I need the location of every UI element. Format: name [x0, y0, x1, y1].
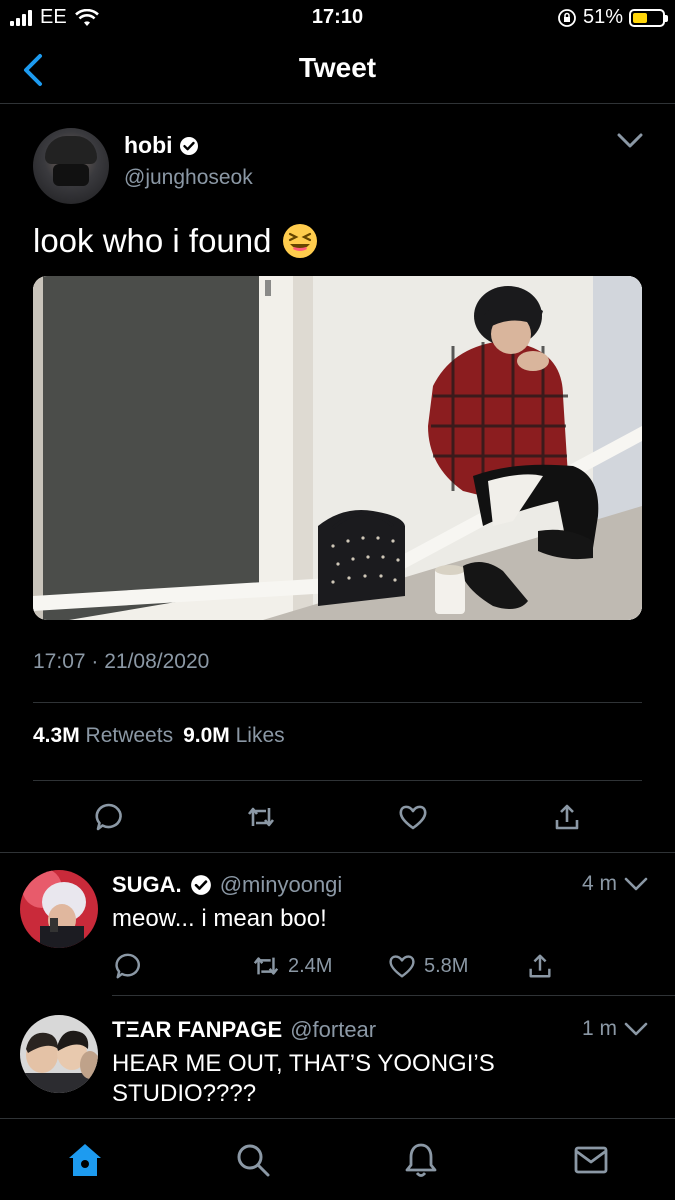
- reply-actions: 2.4M 5.8M: [0, 952, 675, 982]
- reply-time: 4 m: [582, 872, 649, 896]
- avatar[interactable]: [20, 1015, 98, 1093]
- retweets-count: 4.3M: [33, 724, 80, 747]
- likes-stat[interactable]: 9.0M Likes: [183, 724, 285, 748]
- share-icon[interactable]: [552, 802, 582, 832]
- separator: [112, 995, 675, 996]
- reply-item[interactable]: TΞAR FANPAGE @fortear 1 m HEAR ME OUT, T…: [0, 997, 675, 1118]
- avatar[interactable]: [33, 128, 109, 204]
- bell-icon[interactable]: [402, 1141, 440, 1179]
- reply-header: TΞAR FANPAGE @fortear: [112, 1017, 376, 1043]
- reply-button[interactable]: [114, 952, 142, 980]
- retweet-count: 2.4M: [288, 954, 333, 977]
- author-handle[interactable]: @junghoseok: [124, 166, 253, 190]
- avatar-mask: [53, 164, 89, 186]
- tab-bar: [0, 1118, 675, 1200]
- reply-text: meow... i mean boo!: [112, 905, 327, 932]
- page-title: Tweet: [298, 52, 377, 83]
- reply-time-text: 1 m: [581, 1017, 617, 1040]
- retweet-button[interactable]: 2.4M: [252, 952, 332, 980]
- retweet-icon: [253, 957, 279, 975]
- like-count: 5.8M: [424, 954, 469, 977]
- reply-time: 1 m: [582, 1017, 649, 1041]
- reply-author-name[interactable]: SUGA.: [112, 872, 182, 898]
- reply-author-name[interactable]: TΞAR FANPAGE: [112, 1017, 282, 1043]
- chevron-down-icon[interactable]: [623, 875, 649, 893]
- status-bar: EE 17:10 51%: [0, 0, 675, 36]
- divider: [33, 702, 642, 703]
- nav-bar: Tweet: [0, 36, 675, 104]
- reply-icon[interactable]: [94, 802, 124, 832]
- reply-icon: [115, 953, 140, 979]
- home-icon[interactable]: [66, 1141, 104, 1179]
- chevron-down-icon[interactable]: [623, 1020, 649, 1038]
- avatar-hair: [45, 136, 97, 164]
- tweet-photo[interactable]: [33, 276, 642, 620]
- reply-author-handle[interactable]: @minyoongi: [220, 872, 343, 898]
- tweet-text: look who i found: [33, 222, 318, 260]
- tweet-actions: [0, 802, 675, 838]
- share-button[interactable]: [526, 952, 554, 980]
- verified-icon: [190, 875, 211, 895]
- verified-icon: [179, 136, 198, 155]
- tweet-stats: 4.3M Retweets 9.0M Likes: [33, 724, 285, 748]
- reply-item[interactable]: SUGA. @minyoongi 4 m meow... i mean boo!…: [0, 852, 675, 995]
- battery-icon: [629, 8, 668, 27]
- author-name[interactable]: hobi: [124, 132, 199, 159]
- battery-percent: 51%: [582, 6, 623, 28]
- tweet-text-body: look who i found: [33, 222, 272, 259]
- like-button[interactable]: 5.8M: [388, 952, 468, 980]
- heart-icon: [389, 955, 415, 978]
- tweet-timestamp: 17:07 · 21/08/2020: [33, 650, 210, 673]
- likes-count: 9.0M: [183, 724, 230, 747]
- author-name-text: hobi: [124, 132, 173, 158]
- status-right: 51%: [557, 6, 668, 29]
- reply-header: SUGA. @minyoongi: [112, 872, 342, 898]
- avatar[interactable]: [20, 870, 98, 948]
- likes-label: Likes: [235, 724, 285, 747]
- orientation-lock-icon: [558, 8, 576, 27]
- retweet-icon[interactable]: [246, 802, 276, 832]
- reply-author-handle[interactable]: @fortear: [290, 1017, 376, 1043]
- reply-time-text: 4 m: [581, 872, 617, 895]
- retweets-stat[interactable]: 4.3M Retweets: [33, 724, 173, 748]
- heart-icon[interactable]: [398, 802, 428, 832]
- share-icon: [529, 954, 551, 978]
- search-icon[interactable]: [234, 1141, 272, 1179]
- chevron-down-icon[interactable]: [615, 130, 645, 152]
- reply-text: HEAR ME OUT, THAT’S YOONGI’S STUDIO????: [112, 1050, 495, 1107]
- divider: [33, 780, 642, 781]
- retweets-label: Retweets: [85, 724, 174, 747]
- mail-icon[interactable]: [572, 1141, 610, 1179]
- grinning-squinting-face-icon: [282, 224, 317, 258]
